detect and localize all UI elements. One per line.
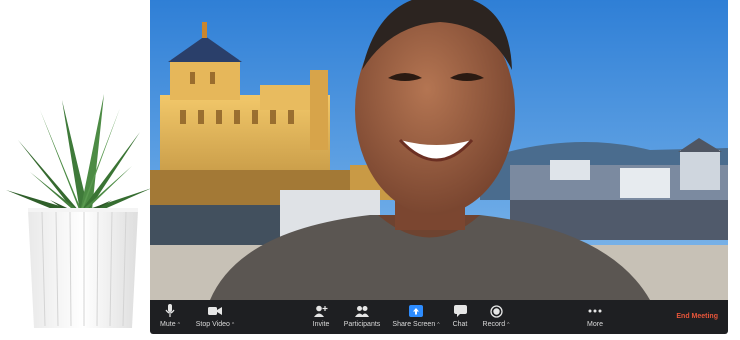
invite-button[interactable]: Invite (308, 303, 334, 333)
record-icon (489, 303, 503, 319)
participants-label: Participants (343, 321, 381, 328)
record-label: Record (482, 321, 506, 328)
stop-video-button[interactable]: Stop Video ^ (190, 303, 240, 333)
participants-icon (355, 303, 369, 319)
record-button[interactable]: Record ^ (478, 303, 514, 333)
participants-button[interactable]: Participants (340, 303, 384, 333)
potted-plant (0, 80, 160, 335)
add-person-icon (314, 303, 328, 319)
more-dots-icon (588, 303, 602, 319)
stop-video-label: Stop Video (195, 321, 230, 328)
chevron-up-icon: ^ (177, 322, 180, 328)
invite-label: Invite (312, 321, 330, 328)
mic-icon (165, 303, 175, 319)
chevron-up-icon: ^ (437, 322, 440, 328)
chat-bubble-icon (453, 303, 467, 319)
video-feed (150, 0, 728, 300)
chevron-up-icon: ^ (507, 322, 510, 328)
share-screen-button[interactable]: Share Screen ^ (390, 303, 442, 333)
meeting-toolbar: Mute ^ Stop Video ^ Invite Participants Sh… (150, 300, 728, 334)
camera-icon (208, 303, 222, 319)
more-label: More (587, 321, 603, 328)
more-button[interactable]: More (582, 303, 608, 333)
share-screen-icon (409, 303, 423, 319)
share-screen-label: Share Screen (392, 321, 436, 328)
mute-label: Mute (160, 321, 176, 328)
chat-button[interactable]: Chat (448, 303, 472, 333)
chat-label: Chat (452, 321, 468, 328)
end-meeting-button[interactable]: End Meeting (676, 313, 718, 320)
chevron-up-icon: ^ (231, 322, 235, 328)
mute-button[interactable]: Mute ^ (156, 303, 184, 333)
